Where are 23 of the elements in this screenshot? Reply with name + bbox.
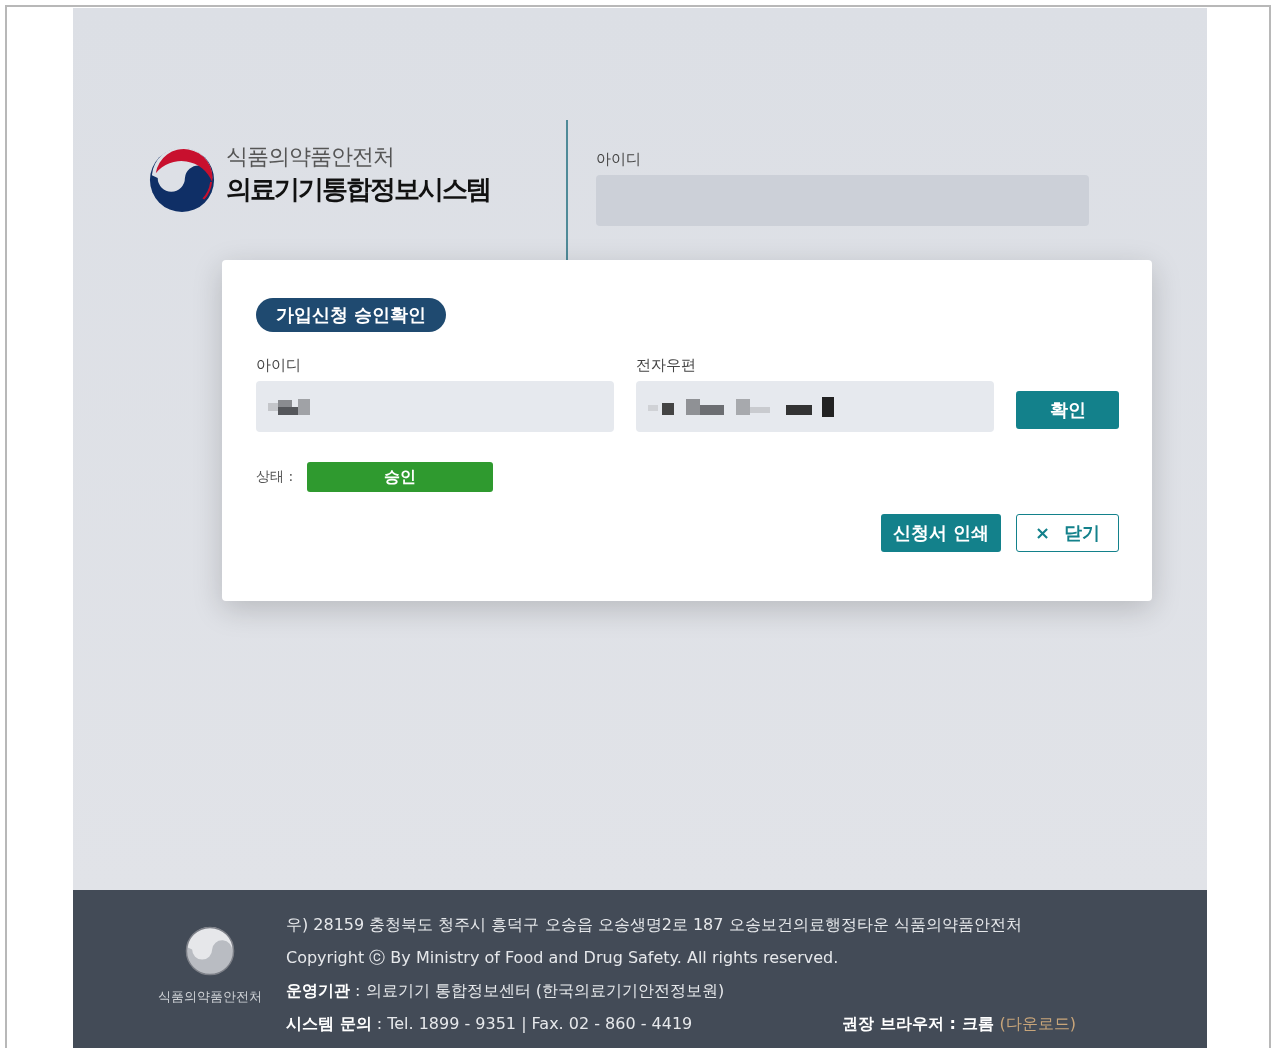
input-field[interactable] — [636, 381, 994, 432]
close-button[interactable]: × 닫기 — [1016, 514, 1119, 552]
status-badge: 승인 — [307, 462, 494, 492]
browser-note: 권장 브라우저 : 크롬 — [842, 1013, 994, 1035]
field-label: 전자우편 — [636, 356, 697, 375]
confirm-button[interactable]: 확인 — [1016, 391, 1119, 429]
status-label: 상태 : — [256, 468, 294, 486]
organization-name: 식품의약품안전처 — [226, 143, 395, 171]
field-label: 아이디 — [256, 356, 302, 375]
input-field[interactable] — [256, 381, 614, 432]
footer-text: 운영기관 : 의료기기 통합정보센터 (한국의료기기안전정보원) — [286, 980, 726, 1002]
print-button[interactable]: 신청서 인쇄 — [880, 514, 1001, 552]
field-label: 아이디 — [596, 150, 642, 169]
system-name: 의료기기통합정보시스템 — [226, 173, 490, 206]
footer-text: Copyright ⓒ By Ministry of Food and Drug Safety. All rights reserved. — [286, 947, 840, 969]
download-link[interactable]: (다운로드) — [999, 1007, 1076, 1040]
footer-text: 시스템 문의 : Tel. 1899 - 9351 | Fax. 02 - 860 - 4419 — [286, 1013, 693, 1035]
organization-name: 식품의약품안전처 — [158, 988, 262, 1006]
redacted-text-drawing — [268, 396, 312, 417]
dialog-title: 가입신청 승인확인 — [256, 298, 447, 332]
emblem-icon — [148, 146, 216, 214]
emblem-icon — [185, 926, 235, 976]
footer-text: 우) 28159 충청북도 청주시 흥덕구 오송읍 오송생명2로 187 오송보건의료행정타운 식품의약품안전처 — [286, 914, 1023, 936]
